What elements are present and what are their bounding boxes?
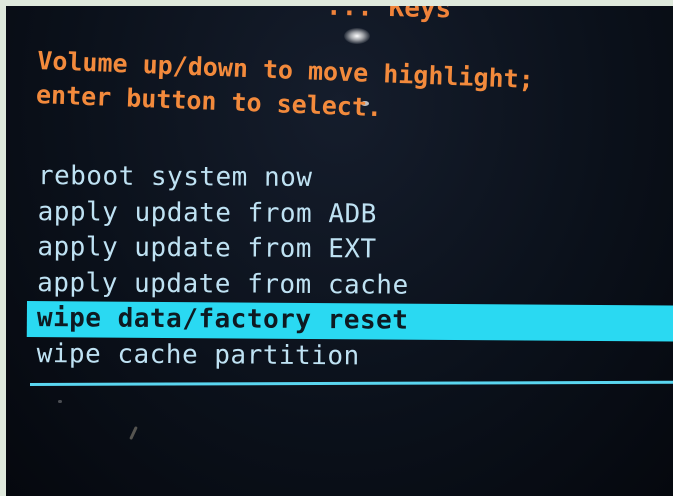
menu-item-apply-update-cache[interactable]: apply update from cache [27, 265, 673, 305]
menu-item-wipe-cache-partition[interactable]: wipe cache partition [27, 336, 673, 376]
menu-item-apply-update-adb[interactable]: apply update from ADB [28, 194, 673, 234]
menu-item-wipe-data-factory-reset[interactable]: wipe data/factory reset [26, 300, 673, 342]
instructions: Volume up/down to move highlight; enter … [35, 44, 535, 131]
recovery-screen: ... Keys Volume up/down to move highligh… [6, 6, 673, 496]
menu-item-reboot-system-now[interactable]: reboot system now [28, 159, 673, 199]
recovery-menu: reboot system now apply update from ADB … [26, 159, 673, 377]
menu-item-apply-update-ext[interactable]: apply update from EXT [27, 230, 673, 270]
menu-divider [30, 380, 673, 386]
screen-smudge-small [58, 400, 62, 403]
screen-smudge [129, 426, 138, 440]
screen-title: ... Keys [325, 6, 452, 25]
light-glare [344, 28, 370, 44]
